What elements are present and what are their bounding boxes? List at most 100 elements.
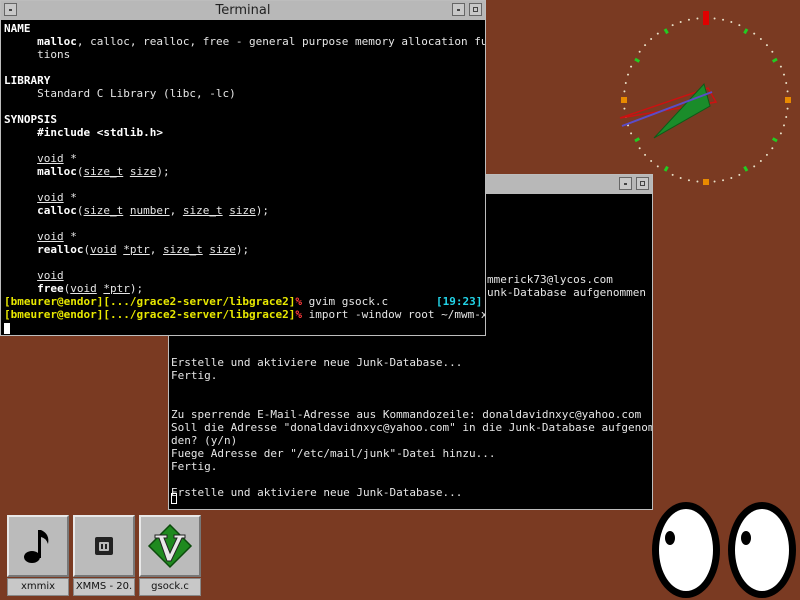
- clock-minute-dot: [630, 132, 633, 135]
- man-line: [4, 139, 485, 152]
- clock-minute-dot: [782, 73, 785, 76]
- front-terminal-titlebar[interactable]: Terminal: [1, 1, 485, 21]
- clock-minute-dot: [779, 65, 782, 68]
- man-line: void: [37, 269, 64, 282]
- clock-minute-dot: [687, 179, 690, 182]
- man-line: [4, 217, 485, 230]
- clock-minute-dot: [759, 159, 762, 162]
- clock-quarter-marker: [621, 97, 627, 103]
- icon-xmms[interactable]: XMMS - 20.: [73, 515, 135, 596]
- back-line: Fertig.: [171, 460, 218, 473]
- man-line: [4, 100, 485, 113]
- clock-minute-dot: [638, 50, 641, 53]
- clock-minute-dot: [644, 153, 647, 156]
- man-line: void *: [37, 191, 77, 204]
- man-line: void *: [37, 230, 77, 243]
- man-line: malloc, calloc, realloc, free - general …: [37, 35, 485, 48]
- icon-xmmix[interactable]: xmmix: [7, 515, 69, 596]
- clock-hour-marker: [663, 28, 669, 35]
- minimize-button[interactable]: [452, 3, 465, 16]
- man-line: free(void *ptr);: [37, 282, 144, 295]
- clock-minute-dot: [786, 90, 789, 93]
- clock-minute-dot: [696, 17, 699, 20]
- xclock: [619, 11, 791, 185]
- man-line: NAME: [4, 22, 31, 35]
- icon-label: gsock.c: [139, 578, 201, 596]
- clock-minute-dot: [785, 81, 788, 84]
- clock-minute-dot: [771, 147, 774, 150]
- clock-minute-dot: [753, 165, 756, 168]
- man-line: void *: [37, 152, 77, 165]
- clock-minute-dot: [630, 65, 633, 68]
- xmms-icon: [95, 537, 113, 555]
- clock-minute-dot: [765, 153, 768, 156]
- clock-minute-dot: [771, 50, 774, 53]
- clock-minute-dot: [730, 21, 733, 24]
- clock-minute-dot: [623, 90, 626, 93]
- clock-minute-dot: [722, 179, 725, 182]
- back-line: Fuege Adresse der "/etc/mail/junk"-Datei…: [171, 447, 496, 460]
- clock-minute-dot: [671, 173, 674, 176]
- man-line: SYNOPSIS: [4, 113, 57, 126]
- clock-minute-dot: [627, 73, 630, 76]
- music-note-icon: [24, 530, 49, 563]
- back-line: [171, 382, 652, 395]
- clock-minute-dot: [650, 38, 653, 41]
- front-terminal-cursor: [4, 322, 10, 334]
- clock-minute-dot: [785, 116, 788, 119]
- clock-12-marker: [703, 11, 709, 25]
- prompt-line-2: [bmeurer@endor][.../grace2-server/libgra…: [4, 308, 485, 321]
- clock-minute-dot: [638, 147, 641, 150]
- back-line: unk-Database aufgenommen we: [487, 286, 652, 299]
- back-line: mmerick73@lycos.com: [487, 273, 613, 286]
- clock-hour-marker: [743, 165, 749, 172]
- clock-minute-dot: [730, 176, 733, 179]
- clock-minute-dot: [679, 176, 682, 179]
- icon-gsock[interactable]: gsock.c: [139, 515, 201, 596]
- man-line: LIBRARY: [4, 74, 51, 87]
- clock-hour-marker: [771, 57, 778, 63]
- clock-minute-dot: [782, 124, 785, 127]
- clock-minute-dot: [713, 17, 716, 20]
- man-line: malloc(size_t size);: [37, 165, 170, 178]
- clock-minute-dot: [786, 107, 789, 110]
- back-line: Erstelle und aktiviere neue Junk-Databas…: [171, 356, 463, 369]
- clock-minute-dot: [696, 180, 699, 183]
- clock-minute-dot: [650, 159, 653, 162]
- window-title: Terminal: [215, 3, 271, 18]
- maximize-button[interactable]: [469, 3, 482, 16]
- back-line: Soll die Adresse "donaldavidnxyc@yahoo.c…: [171, 421, 652, 434]
- clock-minute-dot: [656, 165, 659, 168]
- clock-minute-dot: [759, 38, 762, 41]
- clock-minute-dot: [624, 81, 627, 84]
- clock-quarter-marker: [785, 97, 791, 103]
- clock-minute-dot: [671, 24, 674, 27]
- man-line: [4, 61, 485, 74]
- icon-label: xmmix: [7, 578, 69, 596]
- man-line: tions: [4, 48, 71, 61]
- clock-minute-dot: [656, 32, 659, 35]
- clock-minute-dot: [623, 107, 626, 110]
- front-terminal-content[interactable]: NAME malloc, calloc, realloc, free - gen…: [1, 20, 485, 335]
- xeyes: [652, 502, 796, 598]
- clock-minute-dot: [713, 180, 716, 183]
- man-line: calloc(size_t number, size_t size);: [37, 204, 269, 217]
- clock-minute-dot: [687, 18, 690, 21]
- back-line: [171, 343, 652, 356]
- clock-minute-dot: [753, 32, 756, 35]
- back-line: Fertig.: [171, 369, 218, 382]
- clock-hour-marker: [771, 137, 778, 143]
- clock-minute-dot: [765, 44, 768, 47]
- minimize-button[interactable]: [619, 177, 632, 190]
- front-terminal-window[interactable]: Terminal NAME malloc, calloc, realloc, f…: [0, 0, 486, 336]
- clock-hour-marker: [663, 165, 669, 172]
- clock-hour-marker: [634, 137, 641, 143]
- man-line: [4, 178, 485, 191]
- icon-label: XMMS - 20.: [73, 578, 135, 596]
- man-line: #include <stdlib.h>: [37, 126, 163, 139]
- back-line: Zu sperrende E-Mail-Adresse aus Kommando…: [171, 408, 642, 421]
- window-menu-button[interactable]: [4, 3, 17, 16]
- maximize-button[interactable]: [636, 177, 649, 190]
- prompt-time: 19:23: [442, 295, 476, 308]
- man-line: [4, 256, 485, 269]
